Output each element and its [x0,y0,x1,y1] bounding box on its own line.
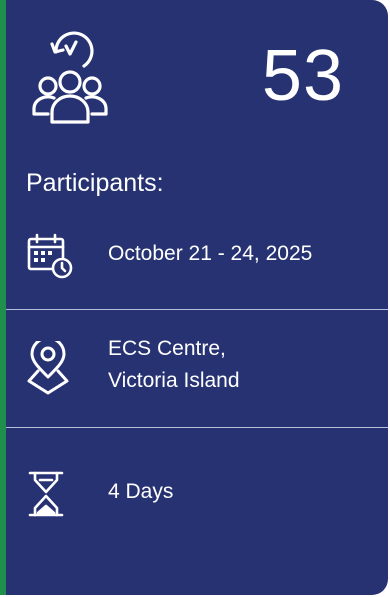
divider [6,427,388,428]
location-line-2: Victoria Island [108,369,240,392]
divider [6,309,388,310]
location-line-1: ECS Centre, [108,337,226,360]
event-date-row: October 21 - 24, 2025 [6,226,388,306]
hourglass-icon [28,471,64,517]
team-clock-icon [32,31,108,124]
event-summary-card: 53 Participants: October 21 - 24, 2025 E… [0,0,388,595]
event-duration: 4 Days [108,480,174,503]
calendar-clock-icon [27,233,73,279]
event-duration-row: 4 Days [6,470,388,520]
event-date: October 21 - 24, 2025 [108,242,313,265]
event-location: ECS Centre, Victoria Island [108,333,240,397]
event-location-row: ECS Centre, Victoria Island [6,333,388,423]
map-pin-icon [27,341,69,395]
participant-count: 53 [261,36,344,116]
participants-label: Participants: [26,169,164,197]
